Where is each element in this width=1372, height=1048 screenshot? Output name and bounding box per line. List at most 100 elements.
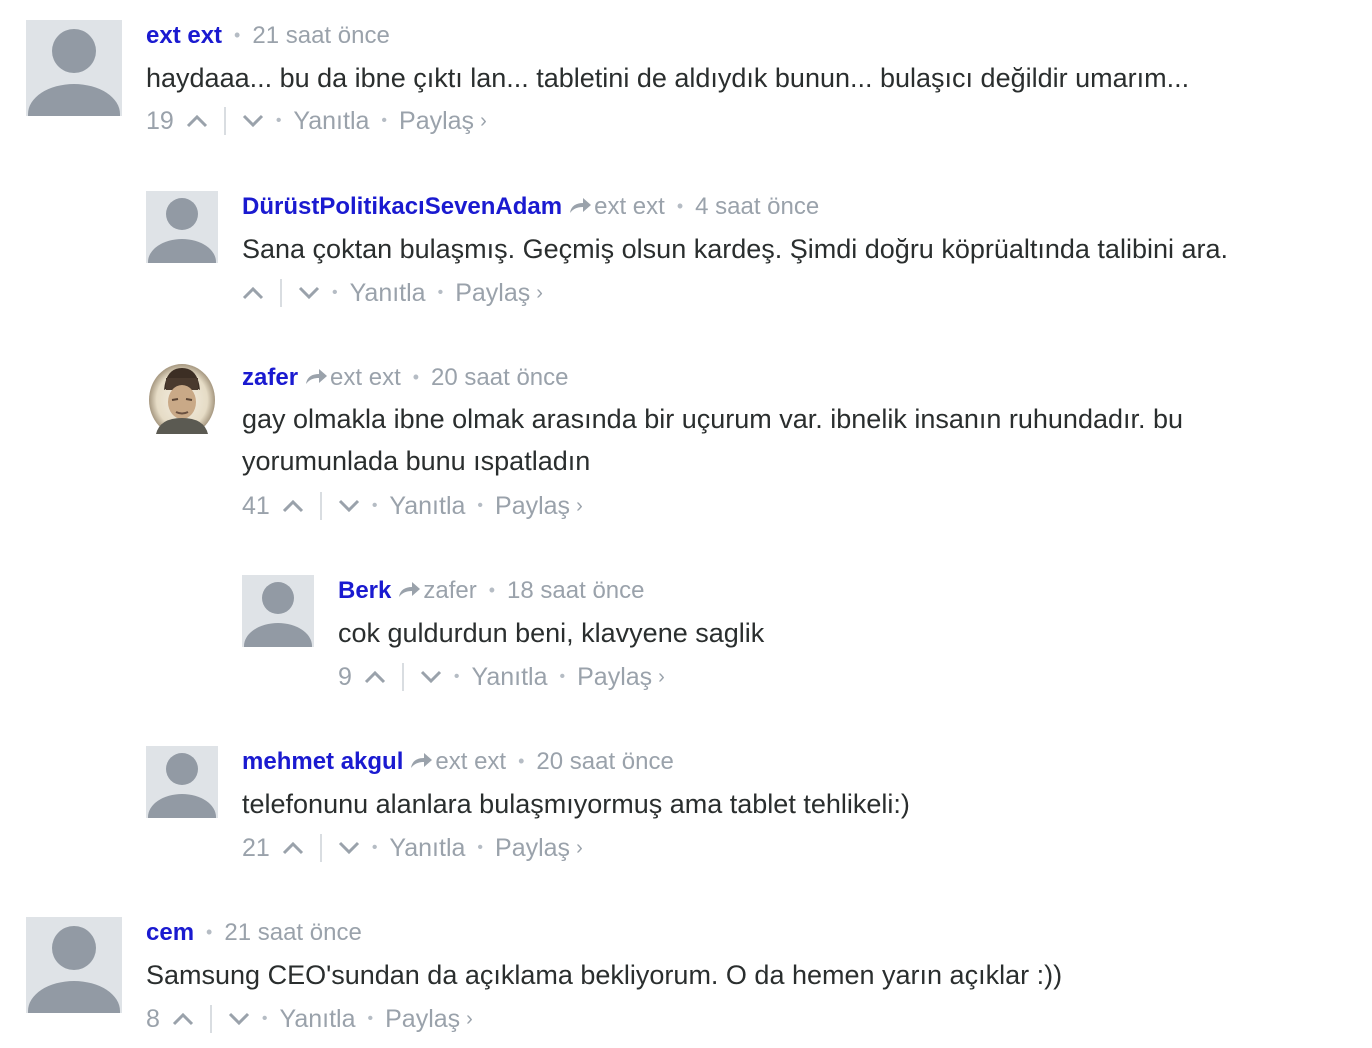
chevron-right-icon: › [466,1008,473,1030]
reply-arrow-icon [570,198,592,213]
comment-text: haydaaa... bu da ibne çıktı lan... table… [146,63,1190,93]
share-button[interactable]: Paylaş [577,662,652,692]
separator-dot: • [518,751,525,771]
vote-count: 9 [338,663,352,691]
author-name[interactable]: cem [146,919,194,946]
chevron-up-icon[interactable] [242,286,264,300]
share-button[interactable]: Paylaş [385,1004,460,1034]
avatar[interactable] [146,191,218,263]
comment-text: telefonunu alanlara bulaşmıyormuş ama ta… [242,789,910,819]
chevron-up-icon[interactable] [186,114,208,128]
chevron-up-icon[interactable] [364,670,386,684]
avatar[interactable] [146,362,218,434]
timestamp[interactable]: 18 saat önce [507,577,644,604]
share-button[interactable]: Paylaş [495,491,570,521]
author-name[interactable]: zafer [242,364,298,391]
separator-dot: • [453,668,460,685]
separator-dot: • [559,668,566,685]
chevron-down-icon[interactable] [242,114,264,128]
vote-count: 41 [242,492,270,520]
divider [209,1005,212,1033]
timestamp[interactable]: 20 saat önce [536,748,673,775]
author-name[interactable]: Berk [338,577,391,604]
comment-footer: • Yanıtla • Paylaş › [242,278,543,308]
reply-button[interactable]: Yanıtla [280,1004,356,1034]
author-name[interactable]: DürüstPolitikacıSevenAdam [242,193,562,220]
comment-footer: 8 • Yanıtla • Paylaş › [146,1004,473,1034]
avatar[interactable] [26,917,122,1013]
separator-dot: • [381,112,388,129]
avatar[interactable] [146,746,218,818]
reply-arrow-icon [411,753,433,768]
reply-button[interactable]: Yanıtla [389,833,465,863]
chevron-up-icon[interactable] [282,499,304,513]
comment-text: gay olmakla ibne olmak arasında bir uçur… [242,398,1183,482]
chevron-down-icon[interactable] [228,1012,250,1026]
chevron-right-icon: › [576,495,583,517]
comment-text-line: yorumunlada bunu ıspatladın [242,446,591,476]
comment-header: mehmet akgul ext ext • 20 saat önce [242,746,674,777]
chevron-down-icon[interactable] [338,841,360,855]
reply-to-author[interactable]: ext ext [330,364,401,391]
separator-dot: • [488,580,496,600]
vote-count: 8 [146,1005,160,1033]
timestamp[interactable]: 21 saat önce [252,22,389,49]
reply-button[interactable]: Yanıtla [472,662,548,692]
reply-arrow-icon [399,582,421,597]
reply-button[interactable]: Yanıtla [389,491,465,521]
timestamp[interactable]: 21 saat önce [224,919,361,946]
separator-dot: • [477,839,484,856]
author-name[interactable]: ext ext [146,22,222,49]
separator-dot: • [412,367,420,387]
comment-header: Berk zafer • 18 saat önce [338,575,644,606]
comment-header: cem • 21 saat önce [146,917,362,948]
reply-arrow-icon [306,369,328,384]
timestamp[interactable]: 4 saat önce [695,193,819,220]
chevron-down-icon[interactable] [420,670,442,684]
chevron-down-icon[interactable] [338,499,360,513]
divider [223,107,226,135]
reply-button[interactable]: Yanıtla [293,106,369,136]
share-button[interactable]: Paylaş [399,106,474,136]
reply-to-author[interactable]: zafer [423,577,476,604]
divider [319,834,322,862]
comment-footer: 19 • Yanıtla • Paylaş › [146,106,487,136]
chevron-up-icon[interactable] [282,841,304,855]
share-button[interactable]: Paylaş [455,278,530,308]
comment-text: Sana çoktan bulaşmış. Geçmiş olsun karde… [242,234,1229,264]
separator-dot: • [261,1010,268,1027]
author-name[interactable]: mehmet akgul [242,748,403,775]
reply-button[interactable]: Yanıtla [350,278,426,308]
reply-to-author[interactable]: ext ext [435,748,506,775]
divider [280,279,282,307]
avatar[interactable] [242,575,314,647]
chevron-right-icon: › [658,666,665,688]
share-button[interactable]: Paylaş [495,833,570,863]
vote-count: 21 [242,834,270,862]
chevron-down-icon[interactable] [298,286,320,300]
separator-dot: • [676,196,684,216]
comment-footer: 21 • Yanıtla • Paylaş › [242,833,583,863]
comment-text: Samsung CEO'sundan da açıklama bekliyoru… [146,960,1063,990]
comment-text-line: gay olmakla ibne olmak arasında bir uçur… [242,404,1184,434]
divider [319,492,322,520]
chevron-up-icon[interactable] [172,1012,194,1026]
vote-count: 19 [146,107,174,135]
separator-dot: • [332,284,338,301]
portrait-photo-icon [149,364,215,434]
separator-dot: • [275,112,282,129]
divider [401,663,404,691]
avatar[interactable] [26,20,122,116]
separator-dot: • [234,25,241,45]
comment-header: DürüstPolitikacıSevenAdam ext ext • 4 saat … [242,191,819,222]
separator-dot: • [206,922,213,942]
chevron-right-icon: › [480,110,487,132]
comment-footer: 9 • Yanıtla • Paylaş › [338,662,665,692]
separator-dot: • [477,497,484,514]
reply-to-author[interactable]: ext ext [594,193,665,220]
chevron-right-icon: › [536,282,543,304]
timestamp[interactable]: 20 saat önce [431,364,568,391]
separator-dot: • [371,839,378,856]
comment-text: cok guldurdun beni, klavyene saglik [338,618,765,648]
comment-footer: 41 • Yanıtla • Paylaş › [242,491,583,521]
